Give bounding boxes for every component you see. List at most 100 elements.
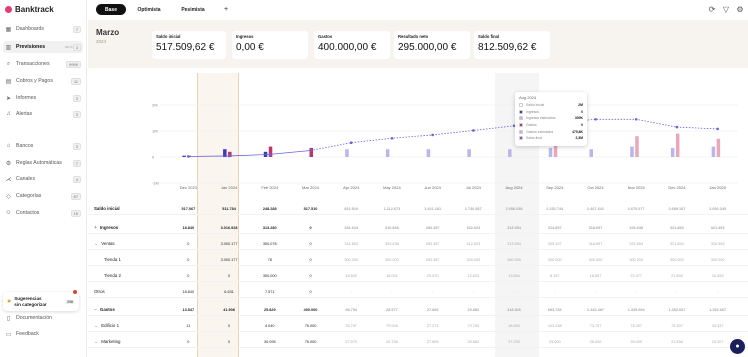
expand-toggle-icon[interactable]: ⌄ — [94, 323, 98, 329]
chat-bubble-icon[interactable]: ● — [730, 339, 745, 354]
table-row[interactable]: Tienda 1 0 3.000.177 78 0 300.000 300.000 263.3… — [88, 253, 748, 266]
table-cell[interactable]: 6.631 — [209, 285, 249, 298]
table-cell[interactable]: 2.058.058 — [494, 202, 534, 215]
table-cell[interactable]: - — [576, 285, 616, 298]
table-cell[interactable]: - — [616, 285, 656, 298]
table-row[interactable]: Tienda 2 0 0 300.000 0 18.600 18.001 20.070 12.6… — [88, 269, 748, 282]
table-cell[interactable]: 18.840 — [168, 285, 208, 298]
table-cell[interactable]: - — [535, 285, 575, 298]
table-cell[interactable]: 20.070 — [413, 269, 453, 282]
table-cell[interactable]: 332.623 — [453, 221, 493, 234]
table-cell[interactable]: 2.692.345 — [698, 202, 738, 215]
table-cell[interactable]: 0 — [291, 269, 331, 282]
table-cell[interactable]: - — [413, 285, 453, 298]
table-row[interactable]: ⌄ Marketing 0 0 30.095 75.000 27.570 25.738 27.8… — [88, 335, 748, 348]
table-cell[interactable]: 18.840 — [168, 221, 208, 234]
table-cell[interactable]: 0 — [291, 221, 331, 234]
table-row[interactable]: Otros 18.840 6.631 7.571 0- - - - - - - - - - — [88, 285, 748, 298]
tab-optimista[interactable]: Optimista — [132, 4, 166, 15]
table-cell[interactable]: 25.829 — [250, 303, 290, 316]
table-cell[interactable]: 1.352.687 — [657, 303, 697, 316]
sidebar-item-cobros-y-pagos[interactable]: ▤ Cobros y Pagos 11 — [3, 75, 83, 87]
table-cell[interactable]: 25.882 — [453, 335, 493, 348]
table-cell[interactable]: 3.000.177 — [209, 237, 249, 250]
sidebar-item-informes[interactable]: ➤ Informes 3 — [3, 92, 83, 104]
table-cell[interactable]: 300.000 — [494, 253, 534, 266]
table-cell[interactable]: 33.337 — [698, 319, 738, 332]
sidebar-item-canales[interactable]: ⋌ Canales 4 — [3, 173, 83, 185]
table-cell[interactable]: - — [453, 285, 493, 298]
table-cell[interactable]: 300.000 — [453, 253, 493, 266]
tab-pesimista[interactable]: Pesimista — [176, 4, 210, 15]
expand-toggle-icon[interactable]: ⌄ — [94, 241, 98, 247]
refresh-icon[interactable]: ⟳ — [708, 5, 716, 14]
sidebar-item-dashboards[interactable]: ▦ Dashboards 7 — [3, 23, 83, 35]
table-cell[interactable]: 0 — [291, 253, 331, 266]
table-cell[interactable]: 248.288 — [250, 202, 290, 215]
table-cell[interactable]: 26.009 — [616, 335, 656, 348]
app-logo[interactable]: Banktrack — [5, 5, 54, 14]
table-cell[interactable]: - — [372, 285, 412, 298]
table-cell[interactable]: 0 — [168, 237, 208, 250]
table-cell[interactable]: 309.197 — [535, 237, 575, 250]
sidebar-item-alertas[interactable]: ♫ Alertas 3 — [3, 108, 83, 120]
expand-toggle-icon[interactable]: − — [94, 307, 97, 313]
table-cell[interactable]: 73.797 — [576, 319, 616, 332]
table-cell[interactable]: 18.600 — [331, 269, 371, 282]
table-cell[interactable]: 75.000 — [291, 319, 331, 332]
table-cell[interactable]: 18.697 — [576, 269, 616, 282]
table-cell[interactable]: 517.510 — [291, 202, 331, 215]
table-cell[interactable]: 27.273 — [413, 319, 453, 332]
table-cell[interactable]: 27.806 — [413, 303, 453, 316]
table-cell[interactable]: - — [331, 285, 371, 298]
table-cell[interactable]: 3.016.928 — [209, 221, 249, 234]
table-cell[interactable]: 283.457 — [413, 221, 453, 234]
expand-toggle-icon[interactable]: ⌄ — [94, 339, 98, 345]
table-cell[interactable]: 300.000 — [331, 253, 371, 266]
table-cell[interactable]: 321.493 — [698, 221, 738, 234]
table-cell[interactable]: 0 — [168, 253, 208, 266]
table-cell[interactable]: - — [657, 285, 697, 298]
table-cell[interactable]: 312.623 — [453, 237, 493, 250]
table-cell[interactable]: 400.000 — [291, 303, 331, 316]
table-row[interactable]: − Gastos 13.547 41.908 25.829 400.000 98.754 28… — [88, 303, 748, 316]
table-cell[interactable]: 3.000.177 — [209, 253, 249, 266]
table-cell[interactable]: 75.000 — [291, 335, 331, 348]
add-scenario-button[interactable]: + — [220, 4, 232, 15]
table-cell[interactable]: 263.387 — [413, 253, 453, 266]
table-cell[interactable]: 22.477 — [616, 269, 656, 282]
table-cell[interactable]: 18.830 — [494, 319, 534, 332]
table-cell[interactable]: 318.697 — [576, 237, 616, 250]
table-cell[interactable]: 300.000 — [657, 253, 697, 266]
table-cell[interactable]: 300.000 — [576, 253, 616, 266]
filter-icon[interactable]: ▽ — [722, 5, 730, 14]
table-cell[interactable]: 27.570 — [331, 335, 371, 348]
table-cell[interactable]: 1.339.954 — [616, 303, 656, 316]
table-cell[interactable]: 313.594 — [494, 221, 534, 234]
table-cell[interactable]: 300.000 — [616, 253, 656, 266]
table-cell[interactable]: 300.078 — [250, 237, 290, 250]
sidebar-item-previsiones[interactable]: ▥ Previsiones BETA 3 — [3, 41, 83, 53]
table-cell[interactable]: 326.638 — [616, 221, 656, 234]
table-cell[interactable]: 18.001 — [372, 269, 412, 282]
table-cell[interactable]: 322.654 — [616, 237, 656, 250]
table-cell[interactable]: 78.797 — [331, 319, 371, 332]
table-cell[interactable]: 27.806 — [413, 335, 453, 348]
table-cell[interactable]: 25.738 — [372, 335, 412, 348]
table-cell[interactable]: 318.697 — [576, 221, 616, 234]
table-cell[interactable]: 2.467.641 — [576, 202, 616, 215]
table-cell[interactable]: 0 — [291, 237, 331, 250]
table-cell[interactable]: 4.040 — [250, 319, 290, 332]
table-cell[interactable]: 812.510 — [331, 202, 371, 215]
table-row[interactable]: ⌄ Ventas 0 3.000.177 300.078 0 318.600 303.438 2… — [88, 237, 748, 250]
table-cell[interactable]: 313.594 — [494, 237, 534, 250]
table-cell[interactable]: 25.882 — [453, 303, 493, 316]
table-cell[interactable]: 2.252.744 — [535, 202, 575, 215]
table-cell[interactable]: 300.000 — [698, 253, 738, 266]
table-cell[interactable]: 73.307 — [657, 319, 697, 332]
table-cell[interactable]: 103.238 — [535, 319, 575, 332]
table-cell[interactable]: 332.623 — [331, 221, 371, 234]
sidebar-item-transacciones[interactable]: ⌕ Transacciones 9999 — [3, 58, 83, 70]
table-cell[interactable]: 316.393 — [698, 237, 738, 250]
sidebar-item-bancos[interactable]: ⌂ Bancos 3 — [3, 140, 83, 152]
